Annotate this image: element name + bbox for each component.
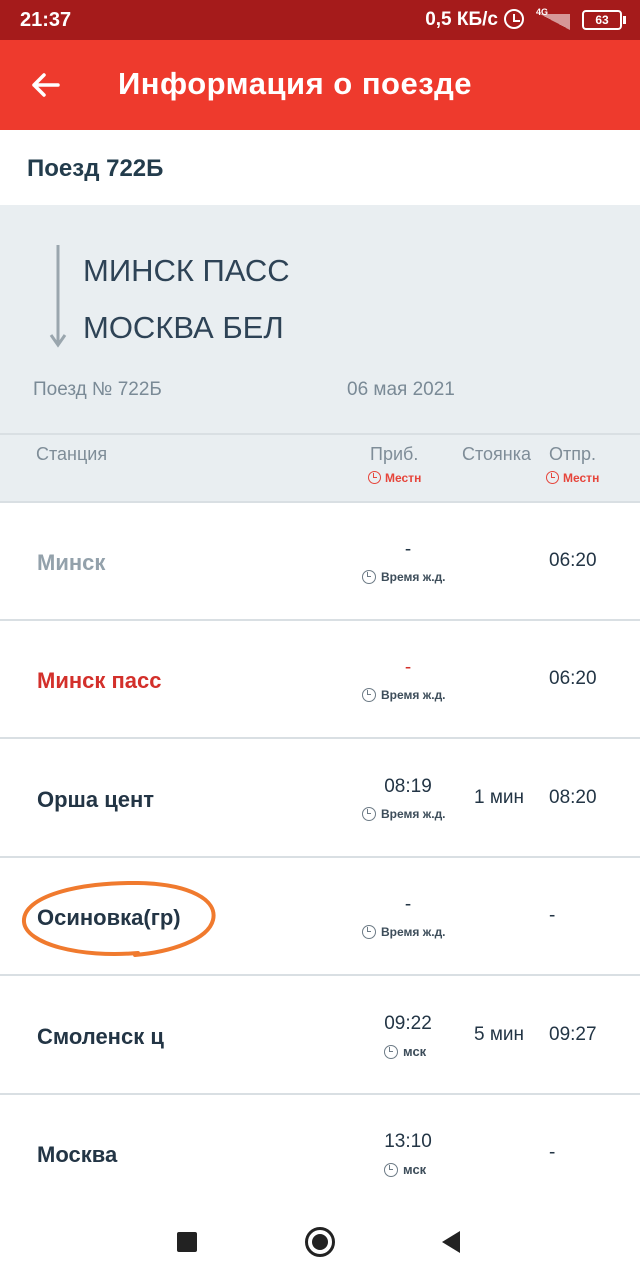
arrival-time: - [404,539,412,560]
signal-icon: 4G [536,7,570,30]
arrival-time: 13:10 [384,1131,432,1152]
page-title: Информация о поезде [118,66,473,101]
station-row[interactable]: Орша цент 08:19 Время ж.д. 1 мин 08:20 [0,740,640,858]
time-zone-label: Время ж.д. [362,925,446,939]
station-name: Москва [37,1142,118,1167]
column-stop: Стоянка [462,444,532,464]
arrival-time: 09:22 [384,1013,432,1034]
time-zone-text: Время ж.д. [381,925,446,939]
departure-time: 06:20 [549,550,597,571]
schedule-table-header: Станция Приб. Стоянка Отпр. Местн Местн [0,433,640,503]
column-departure: Отпр. [549,444,597,464]
station-row[interactable]: Смоленск ц 09:22 мск 5 мин 09:27 [0,977,640,1095]
route-card: МИНСК ПАСС МОСКВА БЕЛ Поезд № 722Б 06 ма… [0,205,640,433]
train-title: Поезд 722Б [27,155,164,182]
station-name: Осиновка(гр) [37,905,181,930]
arrival-zone-label: Местн [368,471,421,485]
recent-apps-icon[interactable] [177,1232,197,1252]
departure-time: 08:20 [549,787,597,808]
network-speed: 0,5 КБ/с [425,9,498,30]
departure-time: 06:20 [549,668,597,689]
station-row[interactable]: Москва 13:10 мск - [0,1095,640,1213]
time-zone-label: Время ж.д. [362,688,446,702]
stop-duration: 5 мин [474,1024,525,1045]
status-time: 21:37 [20,9,72,31]
stop-duration: 1 мин [474,787,525,808]
route-destination: МОСКВА БЕЛ [83,310,284,345]
time-zone-text: Время ж.д. [381,688,446,702]
departure-zone-text: Местн [563,471,600,485]
clock-icon [362,570,376,584]
arrow-left-icon [32,73,60,97]
station-row[interactable]: Осиновка(гр) - Время ж.д. - [0,858,640,976]
departure-time: - [549,905,556,926]
home-icon[interactable] [305,1227,335,1257]
station-row[interactable]: Минск пасс - Время ж.д. 06:20 [0,621,640,739]
battery-icon: 63 [582,10,626,30]
time-zone-label: мск [384,1044,426,1059]
time-zone-text: Время ж.д. [381,807,446,821]
clock-icon [362,925,376,939]
system-nav-bar [0,1203,640,1280]
station-row[interactable]: Минск - Время ж.д. 06:20 [0,503,640,621]
column-arrival: Приб. [370,444,419,464]
time-zone-text: мск [403,1044,427,1059]
time-zone-label: мск [384,1162,426,1177]
clock-icon [362,688,376,702]
clock-icon [362,807,376,821]
station-name: Минск [37,550,106,575]
column-station: Станция [36,444,108,464]
arrival-time: - [404,894,412,915]
route-origin: МИНСК ПАСС [83,253,290,288]
time-zone-label: Время ж.д. [362,570,446,584]
arrival-zone-text: Местн [385,471,422,485]
station-name: Минск пасс [37,668,162,693]
arrival-time: 08:19 [384,776,432,797]
time-zone-text: Время ж.д. [381,570,446,584]
arrival-time: - [404,657,412,678]
clock-icon [368,471,381,484]
time-zone-label: Время ж.д. [362,807,446,821]
app-bar: Информация о поезде [0,40,640,130]
departure-time: - [549,1142,556,1163]
station-name: Смоленск ц [37,1024,164,1049]
back-triangle-icon[interactable] [442,1231,460,1253]
signal-bars-icon [540,14,570,30]
departure-zone-label: Местн [546,471,599,485]
clock-icon [546,471,559,484]
train-number: Поезд № 722Б [33,379,162,400]
back-button[interactable] [20,60,70,110]
status-bar: 21:37 0,5 КБ/с 4G 63 [0,0,640,40]
time-zone-text: мск [403,1162,427,1177]
departure-time: 09:27 [549,1024,597,1045]
route-direction-arrow-icon [49,245,67,348]
travel-date: 06 мая 2021 [347,379,455,400]
alarm-icon [504,9,524,29]
station-name: Орша цент [37,787,155,812]
clock-icon [384,1163,398,1177]
clock-icon [384,1045,398,1059]
